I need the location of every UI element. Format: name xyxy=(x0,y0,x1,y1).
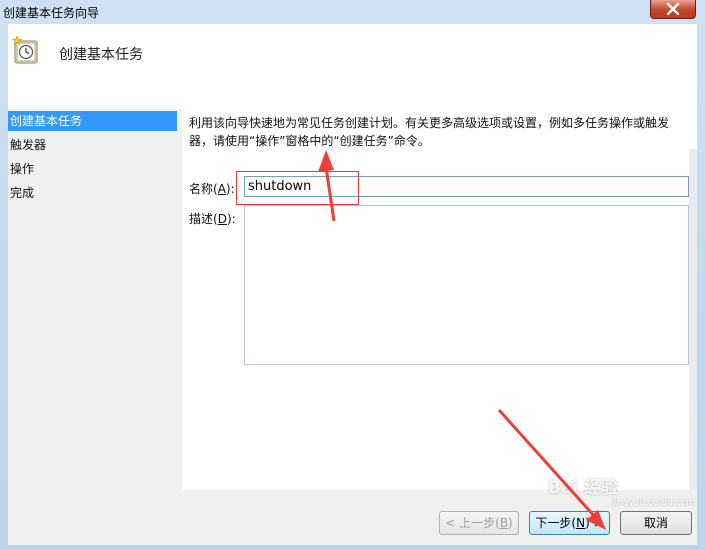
close-button[interactable] xyxy=(650,0,696,19)
next-button-hotkey: N xyxy=(576,516,586,530)
task-description-textarea[interactable] xyxy=(244,205,689,365)
annotation-highlight-box xyxy=(236,171,359,205)
wizard-header-title: 创建基本任务 xyxy=(59,47,143,63)
wizard-description: 利用该向导快速地为常见任务创建计划。有关更多高级选项或设置，例如多任务操作或触发… xyxy=(189,116,670,148)
wizard-window: 创建基本任务向导 创建基本任务 创建基本任务 触发器 操作 完成 利用该向导快速… xyxy=(0,0,705,549)
sidebar-item-action[interactable]: 操作 xyxy=(8,159,177,179)
content-pane: 利用该向导快速地为常见任务创建计划。有关更多高级选项或设置，例如多任务操作或触发… xyxy=(182,109,697,490)
description-label: 描述(D): xyxy=(189,212,236,226)
wizard-body: 创建基本任务 触发器 操作 完成 利用该向导快速地为常见任务创建计划。有关更多高… xyxy=(8,109,697,490)
cancel-button[interactable]: 取消 xyxy=(620,511,692,535)
name-label: 名称(A): xyxy=(189,182,235,196)
wizard-client: 创建基本任务 创建基本任务 触发器 操作 完成 利用该向导快速地为常见任务创建计… xyxy=(8,24,697,545)
window-title: 创建基本任务向导 xyxy=(3,6,100,20)
back-button[interactable]: < 上一步(B) xyxy=(439,511,519,535)
watermark-url: jingyan.baidu.com xyxy=(612,498,696,508)
task-scheduler-icon xyxy=(11,35,40,65)
name-label-hotkey: A xyxy=(217,182,226,196)
sidebar-item-create-basic-task[interactable]: 创建基本任务 xyxy=(8,111,177,131)
title-bar[interactable]: 创建基本任务向导 xyxy=(0,0,705,24)
back-button-hotkey: B xyxy=(499,516,509,530)
wizard-footer: < 上一步(B) 下一步(N) > 取消 xyxy=(8,490,697,545)
description-label-hotkey: D xyxy=(217,212,227,226)
sidebar-item-trigger[interactable]: 触发器 xyxy=(8,135,177,155)
close-icon xyxy=(666,3,680,15)
watermark-logo: Bai 经验 xyxy=(548,478,619,498)
next-button[interactable]: 下一步(N) > xyxy=(529,511,610,535)
content-scroll-strip xyxy=(689,149,697,490)
sidebar-item-finish[interactable]: 完成 xyxy=(8,183,177,203)
